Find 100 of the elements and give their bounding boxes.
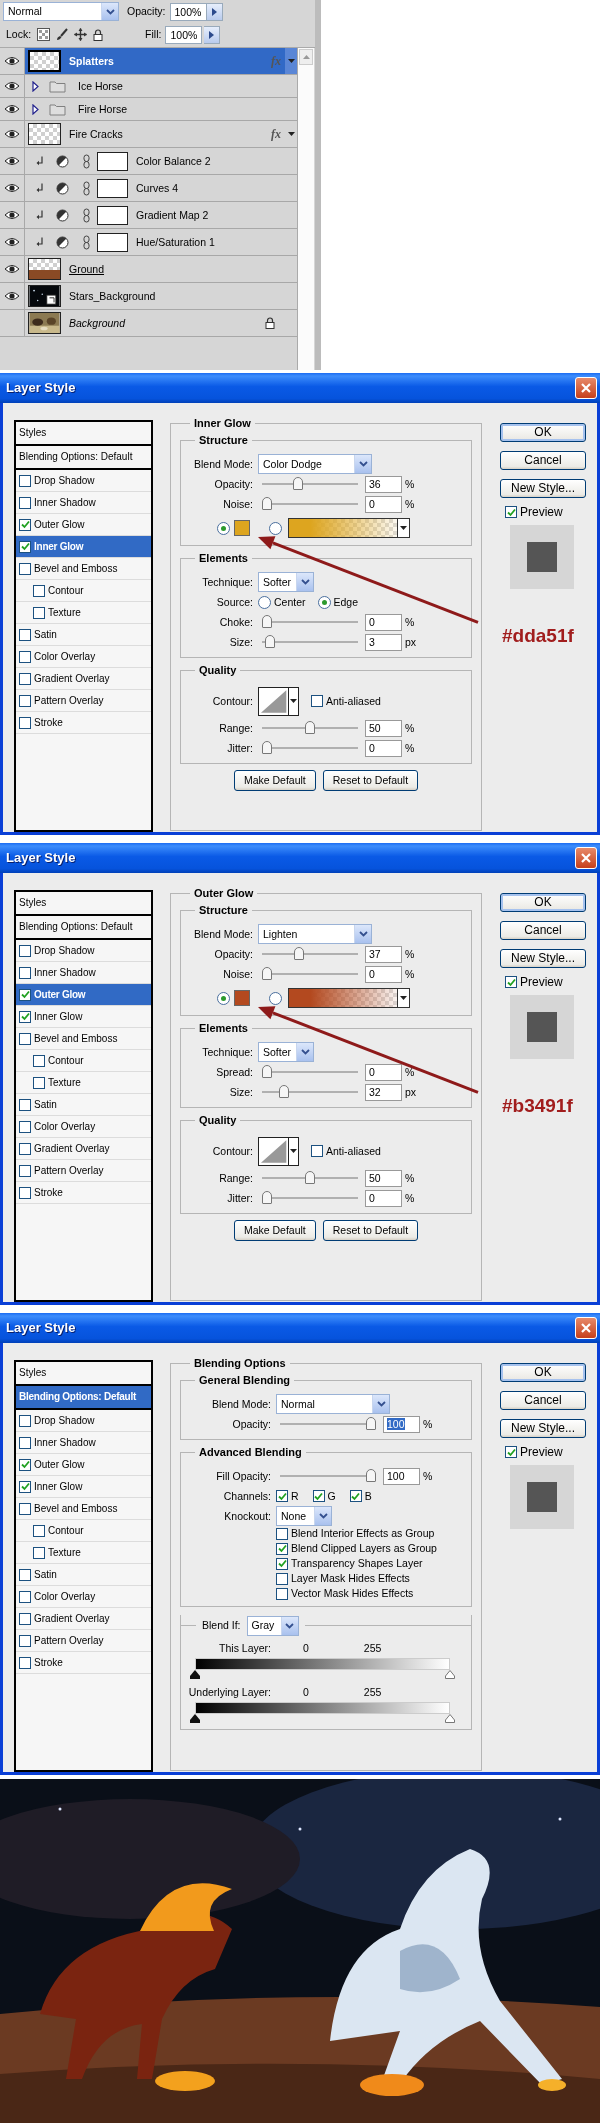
slider-handle[interactable] [190,1670,200,1679]
checkbox[interactable] [19,1502,31,1515]
close-button[interactable] [575,847,597,869]
list-item[interactable]: Contour [16,580,151,602]
value-field[interactable]: 0 [365,965,402,983]
radio-button[interactable] [269,991,282,1005]
slider-thumb[interactable] [262,741,272,754]
dropdown[interactable]: Color Dodge [258,454,372,474]
radio-button[interactable] [217,521,230,535]
checkbox[interactable] [276,1587,288,1600]
checkbox[interactable] [311,1145,323,1157]
make-default-button[interactable]: Make Default [233,770,316,791]
layer-row[interactable]: Color Balance 2 [0,148,297,175]
list-item[interactable]: Bevel and Emboss [16,558,151,580]
list-item[interactable]: Inner Glow [16,1476,151,1498]
checkerboard-icon[interactable] [37,28,51,41]
layer-row[interactable]: Hue/Saturation 1 [0,229,297,256]
expand-triangle-icon[interactable] [32,103,39,115]
value-field[interactable]: 50 [365,1169,402,1187]
list-item[interactable]: Inner Glow [16,1006,151,1028]
range-slider[interactable] [190,1658,455,1680]
checkbox[interactable] [505,976,517,989]
value-field[interactable]: 0 [365,495,402,513]
checkbox[interactable] [19,988,31,1001]
checkbox[interactable] [19,1458,31,1471]
list-item[interactable]: Color Overlay [16,646,151,668]
slider-thumb[interactable] [262,967,272,980]
value-field[interactable]: 36 [365,475,402,493]
radio-button[interactable] [258,595,271,609]
layer-row[interactable]: Gradient Map 2 [0,202,297,229]
cancel-button[interactable]: Cancel [500,451,586,470]
layer-row[interactable]: Fire Cracks fx [0,121,297,148]
checkbox[interactable] [19,716,31,729]
slider-thumb[interactable] [264,635,275,648]
list-item[interactable]: Drop Shadow [16,1410,151,1432]
checkbox[interactable] [349,1490,362,1502]
new-style-button[interactable]: New Style... [500,479,586,498]
list-item[interactable]: Outer Glow [16,1454,151,1476]
checkbox[interactable] [19,628,31,641]
checkbox[interactable] [19,1010,31,1023]
slider-thumb[interactable] [279,1085,290,1098]
layer-row[interactable]: Ground [0,256,297,283]
value-field[interactable]: 0 [365,613,402,631]
fill-field[interactable]: 100% [165,25,203,44]
reset-default-button[interactable]: Reset to Default [322,770,419,791]
contour-picker[interactable] [258,686,299,716]
checkbox[interactable] [19,1098,31,1111]
checkbox[interactable] [19,1436,31,1449]
checkbox[interactable] [505,506,517,519]
checkbox[interactable] [276,1542,288,1555]
checkbox[interactable] [33,1524,45,1537]
list-item[interactable]: Drop Shadow [16,470,151,492]
lock-icon[interactable] [93,28,104,41]
dropdown[interactable]: None [276,1506,332,1526]
checkbox[interactable] [19,1568,31,1581]
dropdown[interactable]: Lighten [258,924,372,944]
move-icon[interactable] [74,28,88,41]
checkbox[interactable] [276,1572,288,1585]
checkbox[interactable] [19,1590,31,1603]
ok-button[interactable]: OK [500,893,586,912]
list-item[interactable]: Color Overlay [16,1116,151,1138]
caret-down-icon[interactable] [287,132,295,136]
list-item[interactable]: Gradient Overlay [16,1608,151,1630]
list-item[interactable]: Satin [16,1094,151,1116]
list-item[interactable]: Contour [16,1050,151,1072]
list-item[interactable]: Texture [16,602,151,624]
reset-default-button[interactable]: Reset to Default [322,1220,419,1241]
list-item[interactable]: Gradient Overlay [16,668,151,690]
list-item[interactable]: Inner Shadow [16,492,151,514]
checkbox[interactable] [19,966,31,979]
checkbox[interactable] [19,496,31,509]
checkbox[interactable] [19,1480,31,1493]
layer-row[interactable]: Splatters fx [0,48,297,75]
slider-handle[interactable] [190,1714,200,1723]
layer-row[interactable]: Ice Horse [0,75,297,98]
caret-down-icon[interactable] [287,59,295,63]
value-field[interactable]: 32 [365,1083,402,1101]
value-field[interactable]: 0 [365,739,402,757]
value-field[interactable]: 100 [383,1415,420,1433]
value-field[interactable]: 0 [365,1063,402,1081]
list-item[interactable]: Stroke [16,1182,151,1204]
list-item[interactable]: Inner Shadow [16,1432,151,1454]
checkbox[interactable] [33,584,45,597]
checkbox[interactable] [276,1527,288,1540]
layer-row[interactable]: Curves 4 [0,175,297,202]
slider-thumb[interactable] [262,1191,272,1204]
cancel-button[interactable]: Cancel [500,1391,586,1410]
layer-row[interactable]: Background [0,310,297,337]
radio-button[interactable] [317,595,331,609]
list-item[interactable]: Stroke [16,1652,151,1674]
list-item[interactable]: Outer Glow [16,984,151,1006]
expand-triangle-icon[interactable] [32,80,39,92]
checkbox[interactable] [33,606,45,619]
checkbox[interactable] [19,944,31,957]
layer-row[interactable]: Stars_Background [0,283,297,310]
value-field[interactable]: 100 [383,1467,420,1485]
slider-thumb[interactable] [366,1469,376,1482]
slider-thumb[interactable] [293,947,304,960]
checkbox[interactable] [33,1546,45,1559]
checkbox[interactable] [19,1142,31,1155]
